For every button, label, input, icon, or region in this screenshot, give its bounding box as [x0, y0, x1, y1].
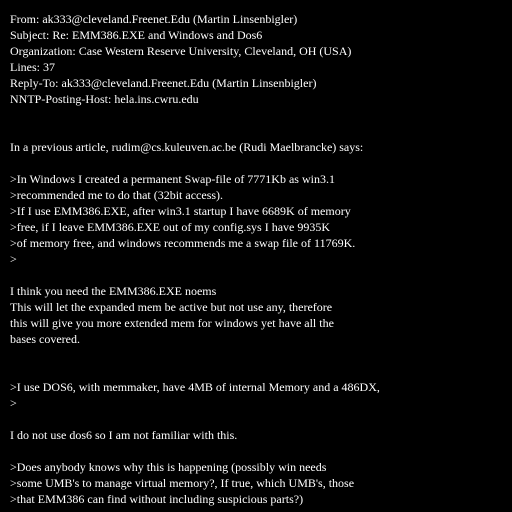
news-reader-screen: From: ak333@cleveland.Freenet.Edu (Marti…	[0, 0, 512, 512]
quoted-line: >Does anybody knows why this is happenin…	[10, 460, 327, 474]
message-line: This will let the expanded mem be active…	[10, 300, 333, 314]
message-line: I do not use dos6 so I am not familiar w…	[10, 428, 238, 442]
message-line: I think you need the EMM386.EXE noems	[10, 284, 217, 298]
header-line: Subject: Re: EMM386.EXE and Windows and …	[10, 28, 263, 42]
header-line: NNTP-Posting-Host: hela.ins.cwru.edu	[10, 92, 199, 106]
message-line: bases covered.	[10, 332, 80, 346]
quoted-line: >	[10, 396, 17, 410]
quoted-line: >	[10, 507, 510, 512]
quoted-line: >free, if I leave EMM386.EXE out of my c…	[10, 220, 331, 234]
quoted-line: >	[10, 252, 17, 266]
message-line: In a previous article, rudim@cs.kuleuven…	[10, 140, 364, 154]
header-line: From: ak333@cleveland.Freenet.Edu (Marti…	[10, 12, 298, 26]
quoted-line: >If I use EMM386.EXE, after win3.1 start…	[10, 204, 351, 218]
quoted-line: >that EMM386 can find without including …	[10, 492, 304, 506]
message-line: this will give you more extended mem for…	[10, 316, 334, 330]
quoted-line: >some UMB's to manage virtual memory?, I…	[10, 476, 355, 490]
header-line: Organization: Case Western Reserve Unive…	[10, 44, 352, 58]
message-body: From: ak333@cleveland.Freenet.Edu (Marti…	[10, 11, 510, 512]
quoted-line: >recommended me to do that (32bit access…	[10, 188, 224, 202]
quoted-line: >of memory free, and windows recommends …	[10, 236, 356, 250]
quoted-line: >I use DOS6, with memmaker, have 4MB of …	[10, 380, 380, 394]
header-line: Lines: 37	[10, 60, 55, 74]
header-line: Reply-To: ak333@cleveland.Freenet.Edu (M…	[10, 76, 317, 90]
quoted-line: >In Windows I created a permanent Swap-f…	[10, 172, 335, 186]
